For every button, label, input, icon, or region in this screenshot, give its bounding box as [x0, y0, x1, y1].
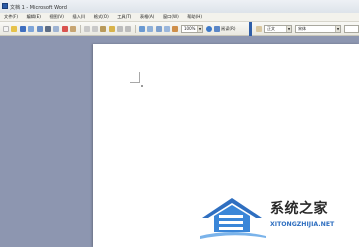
help-icon[interactable] [206, 26, 212, 32]
chevron-down-icon[interactable]: ▼ [197, 26, 202, 32]
font-combo[interactable]: 宋体 ▼ [295, 25, 341, 33]
toolbar-buttons-group [3, 25, 181, 33]
menu-view[interactable]: 视图(V) [49, 14, 64, 20]
permission-icon[interactable] [28, 26, 35, 32]
menu-bar: 文件(F) 编辑(E) 视图(V) 插入(I) 格式(O) 工具(T) 表格(A… [0, 13, 359, 22]
new-document-icon[interactable] [3, 26, 9, 32]
tables-borders-icon[interactable] [147, 26, 154, 32]
insert-table-icon[interactable] [155, 26, 162, 32]
read-button[interactable]: 阅读(R) [214, 25, 236, 33]
copy-icon[interactable] [91, 26, 98, 32]
word-app-icon [2, 3, 8, 9]
chevron-down-icon[interactable]: ▼ [335, 26, 340, 32]
print-preview-icon[interactable] [53, 26, 60, 32]
text-cursor [141, 85, 143, 87]
house-logo-icon [200, 198, 266, 239]
print-icon[interactable] [44, 26, 51, 32]
window-title: 文档 1 - Microsoft Word [10, 5, 67, 11]
drawing-icon[interactable] [172, 26, 179, 32]
menu-insert[interactable]: 插入(I) [72, 14, 85, 20]
cut-icon[interactable] [83, 26, 90, 32]
hyperlink-icon[interactable] [138, 26, 145, 32]
menu-edit[interactable]: 编辑(E) [27, 14, 41, 20]
styles-pane-icon[interactable] [256, 26, 262, 32]
undo-icon[interactable] [117, 26, 124, 32]
margin-corner-mark [139, 72, 140, 82]
email-icon[interactable] [36, 26, 43, 32]
redo-icon[interactable] [125, 26, 132, 32]
read-label: 阅读(R) [221, 26, 236, 31]
paste-icon[interactable] [100, 26, 107, 32]
toolbar-separator [134, 25, 136, 33]
toolbar-separator [79, 25, 81, 33]
style-value: 正文 [267, 26, 275, 31]
menu-table[interactable]: 表格(A) [140, 14, 155, 20]
watermark-title: 系统之家 [270, 201, 328, 217]
title-bar: 文档 1 - Microsoft Word [0, 0, 359, 13]
font-size-combo[interactable] [344, 25, 359, 33]
standard-toolbar: 100% ▼ 阅读(R) 正文 ▼ 宋体 ▼ [0, 22, 359, 36]
toolbar-grip [249, 22, 252, 36]
menu-window[interactable]: 窗口(W) [163, 14, 179, 20]
menu-file[interactable]: 文件(F) [4, 14, 18, 20]
spelling-icon[interactable] [61, 26, 68, 32]
research-icon[interactable] [70, 26, 77, 32]
menu-help[interactable]: 帮助(H) [187, 14, 202, 20]
read-mode-icon [214, 26, 220, 32]
save-icon[interactable] [19, 26, 26, 32]
zoom-combo[interactable]: 100% ▼ [181, 25, 203, 33]
watermark-domain: XITONGZHIJIA.NET [270, 221, 335, 228]
watermark: 系统之家 XITONGZHIJIA.NET [198, 192, 358, 242]
font-value: 宋体 [298, 26, 306, 31]
style-combo[interactable]: 正文 ▼ [264, 25, 292, 33]
menu-tools[interactable]: 工具(T) [117, 14, 131, 20]
columns-icon[interactable] [164, 26, 171, 32]
format-painter-icon[interactable] [108, 26, 115, 32]
menu-format[interactable]: 格式(O) [94, 14, 109, 20]
margin-corner-mark [130, 82, 140, 83]
chevron-down-icon[interactable]: ▼ [286, 26, 291, 32]
open-folder-icon[interactable] [11, 26, 18, 32]
zoom-value: 100% [184, 26, 196, 31]
